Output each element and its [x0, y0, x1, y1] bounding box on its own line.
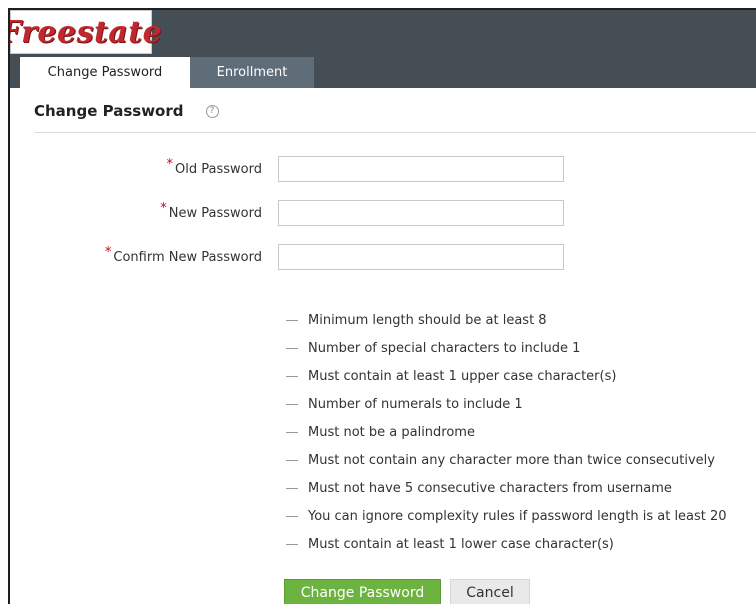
- rule-item: Must contain at least 1 lower case chara…: [286, 530, 727, 558]
- dash-icon: [286, 319, 298, 321]
- logo-text: Freestate: [8, 14, 163, 50]
- rule-text: Must contain at least 1 upper case chara…: [308, 368, 617, 384]
- change-password-button[interactable]: Change Password: [284, 579, 441, 604]
- rule-text: Minimum length should be at least 8: [308, 312, 547, 328]
- cancel-button[interactable]: Cancel: [450, 579, 530, 604]
- old-password-label: * Old Password: [167, 156, 262, 182]
- top-bar: Freestate Change Password Enrollment: [10, 10, 756, 88]
- logo: Freestate: [10, 10, 162, 54]
- tab-bar: Change Password Enrollment: [20, 57, 314, 88]
- required-marker: *: [160, 200, 167, 216]
- required-marker: *: [104, 244, 112, 260]
- question-circle-icon[interactable]: ?: [205, 104, 219, 118]
- new-password-label-text: New Password: [168, 205, 262, 221]
- confirm-password-label-text: Confirm New Password: [113, 249, 262, 265]
- rule-text: Must contain at least 1 lower case chara…: [308, 536, 614, 552]
- rule-text: Number of special characters to include …: [308, 340, 581, 356]
- dash-icon: [286, 375, 298, 377]
- rule-item: Must not be a palindrome: [286, 418, 727, 446]
- rule-item: You can ignore complexity rules if passw…: [286, 502, 727, 530]
- dash-icon: [286, 487, 298, 489]
- rule-text: Must not have 5 consecutive characters f…: [308, 480, 672, 496]
- tab-change-password[interactable]: Change Password: [20, 57, 190, 88]
- rule-item: Must not contain any character more than…: [286, 446, 727, 474]
- dash-icon: [286, 515, 298, 517]
- rule-text: Must not be a palindrome: [308, 424, 475, 440]
- dash-icon: [286, 347, 298, 349]
- new-password-label: * New Password: [160, 200, 262, 226]
- new-password-input[interactable]: [278, 200, 564, 226]
- rule-item: Number of numerals to include 1: [286, 390, 727, 418]
- rule-item: Minimum length should be at least 8: [286, 306, 727, 334]
- dash-icon: [286, 403, 298, 405]
- rule-text: Number of numerals to include 1: [308, 396, 523, 412]
- confirm-password-row: * Confirm New Password: [10, 244, 610, 270]
- rule-text: You can ignore complexity rules if passw…: [308, 508, 727, 524]
- confirm-password-input[interactable]: [278, 244, 564, 270]
- old-password-label-text: Old Password: [175, 161, 262, 177]
- required-marker: *: [166, 156, 174, 172]
- old-password-input[interactable]: [278, 156, 564, 182]
- rule-text: Must not contain any character more than…: [308, 452, 715, 468]
- header-divider: [34, 132, 756, 133]
- password-rules-list: Minimum length should be at least 8 Numb…: [286, 306, 727, 558]
- page-title: Change Password: [34, 102, 184, 120]
- new-password-row: * New Password: [10, 200, 610, 226]
- old-password-row: * Old Password: [10, 156, 610, 182]
- dash-icon: [286, 459, 298, 461]
- rule-item: Number of special characters to include …: [286, 334, 727, 362]
- page-header: Change Password ?: [34, 102, 756, 120]
- rule-item: Must not have 5 consecutive characters f…: [286, 474, 727, 502]
- tab-enrollment[interactable]: Enrollment: [190, 57, 314, 88]
- rule-item: Must contain at least 1 upper case chara…: [286, 362, 727, 390]
- app-frame: Freestate Change Password Enrollment Cha…: [8, 8, 756, 604]
- dash-icon: [286, 431, 298, 433]
- dash-icon: [286, 543, 298, 545]
- confirm-password-label: * Confirm New Password: [105, 244, 262, 270]
